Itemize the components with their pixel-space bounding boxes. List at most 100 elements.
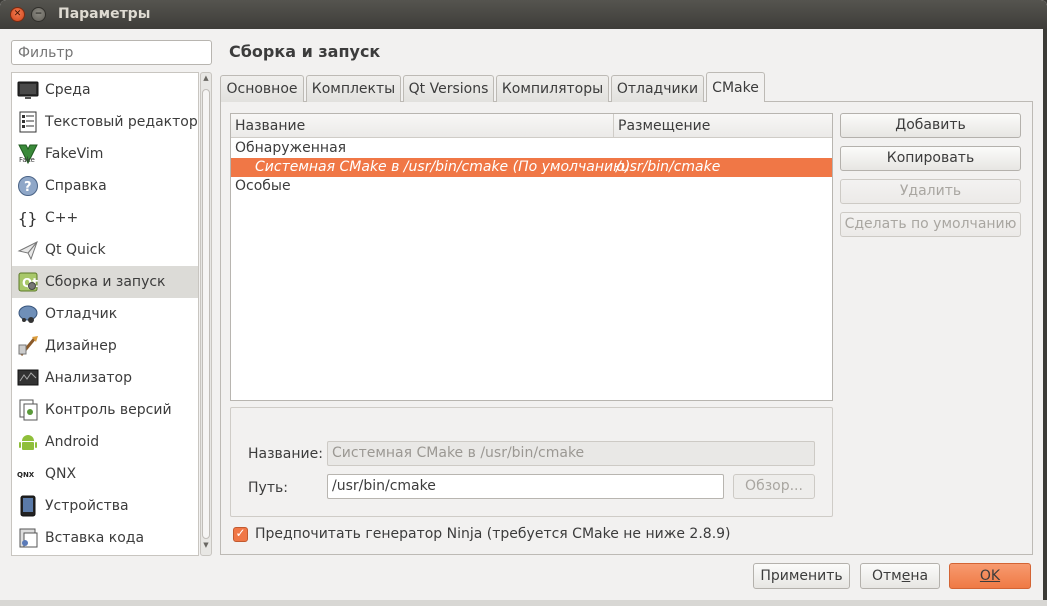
sidebar-item-designer[interactable]: Дизайнер bbox=[12, 330, 198, 362]
path-label: Путь: bbox=[248, 480, 288, 496]
copy-button[interactable]: Копировать bbox=[840, 146, 1021, 171]
analyzer-icon bbox=[17, 369, 39, 386]
ninja-checkbox[interactable]: ✓ bbox=[233, 526, 248, 542]
scroll-up-icon[interactable]: ▲ bbox=[201, 74, 211, 86]
page-title: Сборка и запуск bbox=[229, 42, 381, 61]
cancel-label-part: Отм bbox=[871, 568, 902, 584]
svg-text:Fake: Fake bbox=[19, 156, 35, 164]
column-header-name[interactable]: Название bbox=[235, 118, 305, 134]
settings-window: ✕ − Параметры Среда Текстовый редактор F… bbox=[0, 0, 1047, 606]
tab-kits[interactable]: Комплекты bbox=[306, 75, 401, 102]
build-run-icon: Qt bbox=[18, 272, 38, 292]
fakevim-icon: Fake bbox=[18, 144, 38, 165]
group-label: Особые bbox=[235, 178, 291, 194]
sidebar-item-build-run[interactable]: Qt Сборка и запуск bbox=[12, 266, 198, 298]
scroll-down-icon[interactable]: ▼ bbox=[201, 541, 211, 553]
make-default-button[interactable]: Сделать по умолчанию bbox=[840, 212, 1021, 237]
tab-debuggers[interactable]: Отладчики bbox=[611, 75, 704, 102]
row-location: /usr/bin/cmake bbox=[616, 159, 721, 175]
name-field[interactable]: Системная CMake в /usr/bin/cmake bbox=[327, 441, 815, 466]
sidebar-item-label: Устройства bbox=[45, 498, 129, 514]
ok-button[interactable]: OK bbox=[949, 563, 1031, 589]
sidebar-item-label: Отладчик bbox=[45, 306, 118, 322]
sidebar-item-label: Контроль версий bbox=[45, 402, 172, 418]
svg-text:QNX: QNX bbox=[17, 471, 35, 479]
text-editor-icon bbox=[19, 111, 37, 133]
sidebar-item-fakevim[interactable]: Fake FakeVim bbox=[12, 138, 198, 170]
qnx-icon: QNX bbox=[17, 471, 35, 479]
svg-text:{}: {} bbox=[18, 209, 37, 228]
sidebar-item-environment[interactable]: Среда bbox=[12, 74, 198, 106]
cancel-label-part: на bbox=[910, 568, 929, 584]
sidebar-item-label: Справка bbox=[45, 178, 107, 194]
desktop-strip bbox=[0, 600, 1047, 606]
window-edge bbox=[1043, 29, 1047, 600]
sidebar-item-cpp[interactable]: {} C++ bbox=[12, 202, 198, 234]
ninja-checkbox-label[interactable]: Предпочитать генератор Ninja (требуется … bbox=[255, 526, 731, 542]
sidebar-item-label: Вставка кода bbox=[45, 530, 145, 546]
path-field[interactable]: /usr/bin/cmake bbox=[327, 474, 724, 499]
settings-category-list: Среда Текстовый редактор Fake FakeVim ? … bbox=[11, 72, 199, 556]
tab-general[interactable]: Основное bbox=[220, 75, 304, 102]
debugger-icon bbox=[18, 305, 38, 323]
minimize-icon: − bbox=[34, 9, 43, 19]
sidebar-item-code-paste[interactable]: Вставка кода bbox=[12, 522, 198, 554]
name-label: Название: bbox=[248, 446, 323, 462]
sidebar-item-qnx[interactable]: QNX QNX bbox=[12, 458, 198, 490]
browse-button[interactable]: Обзор... bbox=[733, 474, 815, 499]
tree-group-manual[interactable]: Особые bbox=[231, 177, 832, 196]
add-button[interactable]: Добавить bbox=[840, 113, 1021, 138]
cmake-details-panel: Название: Системная CMake в /usr/bin/cma… bbox=[230, 407, 833, 517]
cmake-tree: Название Размещение Обнаруженная Системн… bbox=[230, 113, 833, 401]
designer-brush-icon bbox=[18, 336, 38, 356]
sidebar-item-label: Qt Quick bbox=[45, 242, 106, 258]
paper-plane-icon bbox=[17, 240, 38, 261]
row-name: Системная CMake в /usr/bin/cmake (По умо… bbox=[255, 159, 631, 175]
code-paste-icon bbox=[19, 528, 38, 548]
tree-group-detected[interactable]: Обнаруженная bbox=[231, 139, 832, 158]
sidebar-item-label: FakeVim bbox=[45, 146, 104, 162]
android-icon bbox=[19, 435, 37, 450]
remove-button[interactable]: Удалить bbox=[840, 179, 1021, 204]
sidebar-item-qt-quick[interactable]: Qt Quick bbox=[12, 234, 198, 266]
tree-header: Название Размещение bbox=[231, 114, 832, 138]
group-label: Обнаруженная bbox=[235, 140, 347, 156]
sidebar-item-analyzer[interactable]: Анализатор bbox=[12, 362, 198, 394]
cancel-button[interactable]: Отмена bbox=[860, 563, 940, 589]
sidebar-scrollbar[interactable]: ▲ ▼ bbox=[200, 72, 212, 556]
minimize-window-button[interactable]: − bbox=[31, 7, 46, 22]
monitor-icon bbox=[17, 81, 39, 99]
title-bar: ✕ − Параметры bbox=[0, 0, 1047, 29]
scrollbar-thumb[interactable] bbox=[202, 89, 210, 539]
devices-icon bbox=[20, 495, 36, 517]
sidebar-item-help[interactable]: ? Справка bbox=[12, 170, 198, 202]
version-control-icon bbox=[19, 399, 38, 421]
sidebar-item-version-control[interactable]: Контроль версий bbox=[12, 394, 198, 426]
sidebar-item-label: Android bbox=[45, 434, 100, 450]
sidebar-item-android[interactable]: Android bbox=[12, 426, 198, 458]
sidebar-item-label: Среда bbox=[45, 82, 91, 98]
tree-row-system-cmake[interactable]: Системная CMake в /usr/bin/cmake (По умо… bbox=[231, 158, 832, 177]
close-window-button[interactable]: ✕ bbox=[10, 7, 25, 22]
tab-qt-versions[interactable]: Qt Versions bbox=[403, 75, 494, 102]
sidebar-item-label: C++ bbox=[45, 210, 79, 226]
ok-label: OK bbox=[979, 568, 1001, 584]
sidebar-item-debugger[interactable]: Отладчик bbox=[12, 298, 198, 330]
column-separator bbox=[613, 114, 614, 138]
tab-compilers[interactable]: Компиляторы bbox=[496, 75, 609, 102]
sidebar-item-label: Текстовый редактор bbox=[45, 114, 198, 130]
apply-button[interactable]: Применить bbox=[753, 563, 850, 589]
help-icon: ? bbox=[18, 176, 38, 196]
sidebar-item-devices[interactable]: Устройства bbox=[12, 490, 198, 522]
sidebar-item-label: Сборка и запуск bbox=[45, 274, 166, 290]
close-icon: ✕ bbox=[13, 9, 22, 19]
window-title: Параметры bbox=[58, 6, 151, 22]
cpp-braces-icon: {} bbox=[18, 209, 37, 228]
sidebar-item-text-editor[interactable]: Текстовый редактор bbox=[12, 106, 198, 138]
filter-input[interactable] bbox=[11, 40, 212, 65]
sidebar-item-label: Анализатор bbox=[45, 370, 132, 386]
tab-cmake[interactable]: CMake bbox=[706, 72, 765, 102]
sidebar-item-label: Дизайнер bbox=[45, 338, 117, 354]
column-header-location[interactable]: Размещение bbox=[618, 118, 710, 134]
checkmark-icon: ✓ bbox=[235, 526, 246, 540]
